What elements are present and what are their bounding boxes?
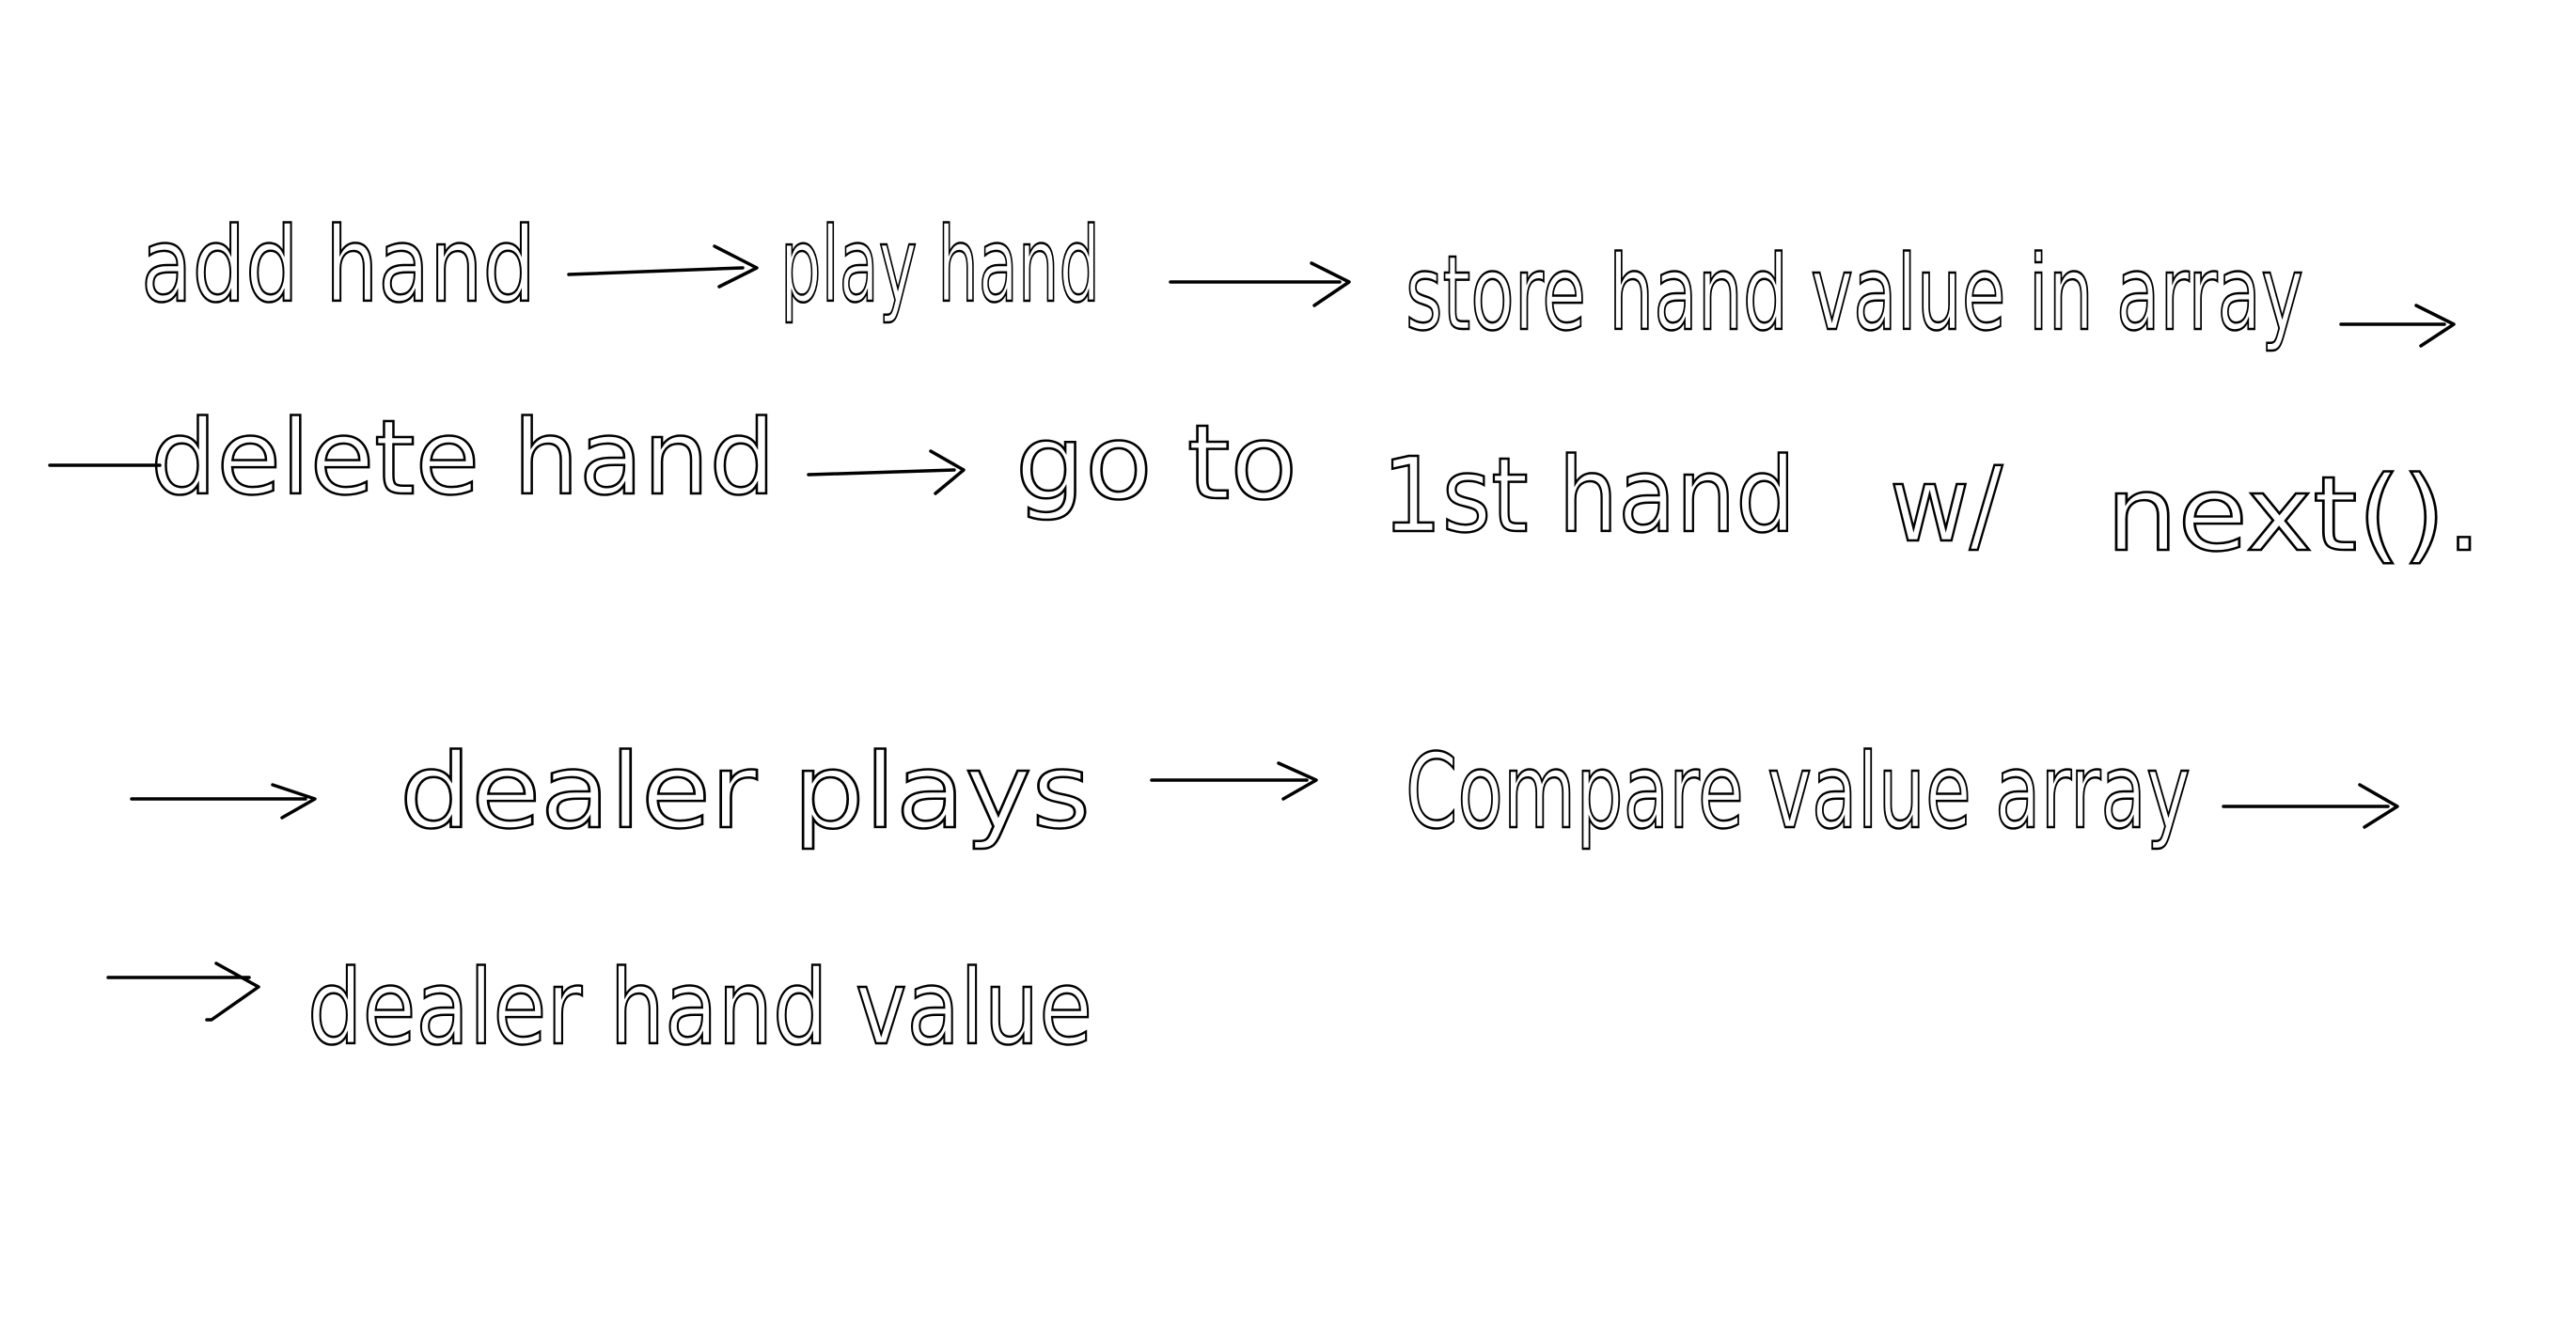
arrow-5 <box>807 449 966 495</box>
arrow-3 <box>2339 304 2456 348</box>
arrow-2 <box>1169 261 1351 307</box>
note-dealer-hand-value: dealer hand value <box>307 947 1092 1068</box>
arrow-9 <box>106 962 260 1022</box>
arrow-7 <box>1150 761 1318 801</box>
arrow-6 <box>130 783 317 820</box>
note-play-hand: play hand <box>780 205 1100 325</box>
note-store-hand-value: store hand value in array <box>1406 233 2303 353</box>
arrow-1 <box>567 244 759 289</box>
sketch-canvas: add hand play hand store hand value in a… <box>48 204 2483 1069</box>
note-dealer-plays: dealer plays <box>400 731 1091 852</box>
note-delete-hand: delete hand <box>150 398 776 518</box>
note-compare-value-array: Compare value array <box>1406 731 2191 852</box>
note-add-hand: add hand <box>141 205 536 325</box>
note-1st-hand: 1st hand <box>1382 435 1796 555</box>
note-with: w/ <box>1890 445 2003 565</box>
note-go-to: go to <box>1015 402 1297 523</box>
arrow-8 <box>2222 783 2399 829</box>
note-next: next(). <box>2106 454 2482 574</box>
